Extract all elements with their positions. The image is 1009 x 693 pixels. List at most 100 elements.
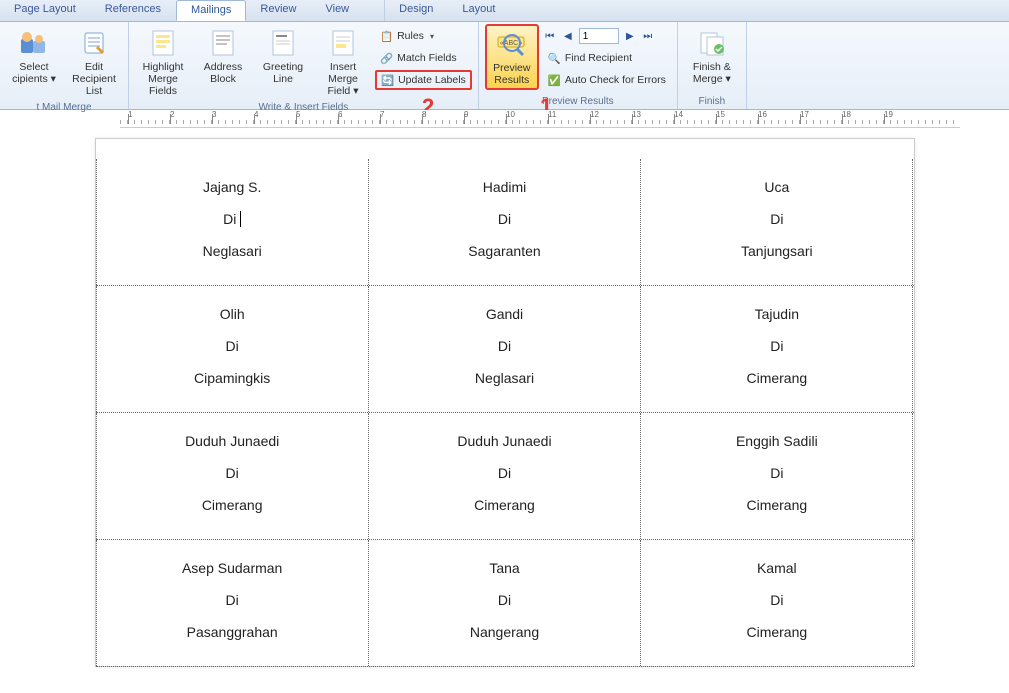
update-icon: 🔄 [381, 74, 394, 87]
find-recipient-button[interactable]: 🔍Find Recipient [543, 48, 671, 68]
group-finish: Finish & Merge ▾ Finish [678, 22, 747, 109]
label-place: Cimerang [649, 497, 904, 513]
greeting-line-button[interactable]: Greeting Line [255, 24, 311, 88]
greeting-icon [267, 27, 299, 59]
label-cell[interactable]: TajudinDiCimerang [640, 286, 913, 412]
prev-record-button[interactable]: ◀ [561, 29, 575, 43]
label-name: Asep Sudarman [105, 560, 360, 576]
tab-review[interactable]: Review [246, 0, 311, 21]
insert-merge-field-button[interactable]: Insert Merge Field ▾ [315, 24, 371, 100]
rules-button[interactable]: 📋Rules▾ [375, 26, 472, 46]
match-icon: 🔗 [380, 52, 393, 65]
label-cell[interactable]: Asep Sudarman Di Pasanggrahan [96, 540, 369, 666]
horizontal-ruler[interactable]: 12345678910111213141516171819 [120, 110, 960, 128]
label-place: Pasanggrahan [105, 624, 360, 640]
magnifier-abc-icon: «ABC» [496, 28, 528, 60]
auto-check-errors-button[interactable]: ✅Auto Check for Errors [543, 70, 671, 90]
label-name: Enggih Sadili [649, 433, 904, 449]
search-icon: 🔍 [548, 52, 561, 65]
label-place: Nangerang [377, 624, 632, 640]
highlight-icon [147, 27, 179, 59]
edit-list-icon [78, 27, 110, 59]
label-di: Di [377, 465, 632, 481]
label-cell[interactable]: Duduh JunaediDiCimerang [96, 413, 369, 539]
label-cell[interactable]: Kamal Di Cimerang [640, 540, 913, 666]
label-cell[interactable]: Olih Di Cipamingkis [96, 286, 369, 412]
label-name: Jajang S. [105, 179, 360, 195]
label-place: Cimerang [649, 370, 904, 386]
next-record-button[interactable]: ▶ [623, 29, 637, 43]
label-cell[interactable]: Gandi Di Neglasari [368, 286, 641, 412]
document-page[interactable]: Jajang S. Di Neglasari Hadimi Di Sagaranten U… [95, 138, 915, 667]
group-label-finish: Finish [684, 94, 740, 109]
tab-design[interactable]: Design [384, 0, 448, 21]
merge-field-icon [327, 27, 359, 59]
label-row: OlihDiCipamingkisGandiDiNeglasariTajudin… [96, 285, 914, 413]
label-di: Di [105, 338, 360, 354]
group-start-mail-merge: Select cipients ▾ Edit Recipient List t … [0, 22, 129, 109]
rules-icon: 📋 [380, 30, 393, 43]
last-record-button[interactable]: ⏭ [641, 29, 655, 43]
update-labels-button[interactable]: 🔄Update Labels [375, 70, 472, 90]
tab-page-layout[interactable]: Page Layout [0, 0, 91, 21]
chevron-down-icon: ▾ [430, 32, 434, 41]
label-name: Gandi [377, 306, 632, 322]
label-name: Duduh Junaedi [377, 433, 632, 449]
tab-mailings[interactable]: Mailings [176, 0, 246, 21]
label-place: Cimerang [105, 497, 360, 513]
ribbon: Select cipients ▾ Edit Recipient List t … [0, 22, 1009, 110]
document-area: Jajang S. Di Neglasari Hadimi Di Sagaranten U… [0, 128, 1009, 667]
label-di: Di [105, 592, 360, 608]
label-cell[interactable]: Duduh Junaedi Di Cimerang [368, 413, 641, 539]
label-cell[interactable]: Uca Di Tanjungsari [640, 159, 913, 285]
finish-icon [696, 27, 728, 59]
edit-recipient-list-button[interactable]: Edit Recipient List [66, 24, 122, 100]
group-label-preview: Preview Results [485, 94, 671, 109]
group-label-start: t Mail Merge [6, 100, 122, 115]
label-place: Cipamingkis [105, 370, 360, 386]
first-record-button[interactable]: ⏮ [543, 29, 557, 43]
label-place: Neglasari [377, 370, 632, 386]
label-name: Hadimi [377, 179, 632, 195]
address-block-button[interactable]: Address Block [195, 24, 251, 88]
group-preview-results: «ABC» Preview Results ⏮ ◀ ▶ ⏭ 🔍Find Reci… [479, 22, 678, 109]
tab-view[interactable]: View [311, 0, 364, 21]
preview-results-button[interactable]: «ABC» Preview Results [485, 24, 539, 90]
label-cell[interactable]: Enggih Sadili Di Cimerang [640, 413, 913, 539]
label-di: Di [377, 338, 632, 354]
address-icon [207, 27, 239, 59]
label-di: Di [377, 592, 632, 608]
label-place: Tanjungsari [649, 243, 904, 259]
label-place: Sagaranten [377, 243, 632, 259]
label-name: Uca [649, 179, 904, 195]
label-cell[interactable]: Jajang S. Di Neglasari [96, 159, 369, 285]
label-place: Neglasari [105, 243, 360, 259]
label-cell[interactable]: Tana Di Nangerang [368, 540, 641, 666]
select-recipients-button[interactable]: Select cipients ▾ [6, 24, 62, 88]
label-di: Di [649, 592, 904, 608]
record-number-input[interactable] [579, 28, 619, 44]
tab-layout[interactable]: Layout [448, 0, 510, 21]
finish-merge-button[interactable]: Finish & Merge ▾ [684, 24, 740, 88]
label-di: Di [649, 211, 904, 227]
record-navigation: ⏮ ◀ ▶ ⏭ [543, 26, 671, 46]
highlight-merge-fields-button[interactable]: Highlight Merge Fields [135, 24, 191, 100]
label-place: Cimerang [377, 497, 632, 513]
label-name: Tana [377, 560, 632, 576]
people-icon [18, 27, 50, 59]
label-di: Di [105, 465, 360, 481]
label-place: Cimerang [649, 624, 904, 640]
check-icon: ✅ [548, 74, 561, 87]
label-di: Di [649, 465, 904, 481]
label-cell[interactable]: Hadimi Di Sagaranten [368, 159, 641, 285]
label-name: Olih [105, 306, 360, 322]
label-di: Di [649, 338, 904, 354]
label-di: Di [377, 211, 632, 227]
label-row: Asep Sudarman Di Pasanggrahan Tana Di Nangera… [96, 539, 914, 667]
label-row: Jajang S. Di Neglasari Hadimi Di Sagaranten U… [96, 159, 914, 286]
label-name: Kamal [649, 560, 904, 576]
label-di: Di [105, 211, 360, 227]
match-fields-button[interactable]: 🔗Match Fields [375, 48, 472, 68]
tab-references[interactable]: References [91, 0, 176, 21]
label-row: Duduh JunaediDiCimerangDuduh JunaediDiCi… [96, 412, 914, 540]
